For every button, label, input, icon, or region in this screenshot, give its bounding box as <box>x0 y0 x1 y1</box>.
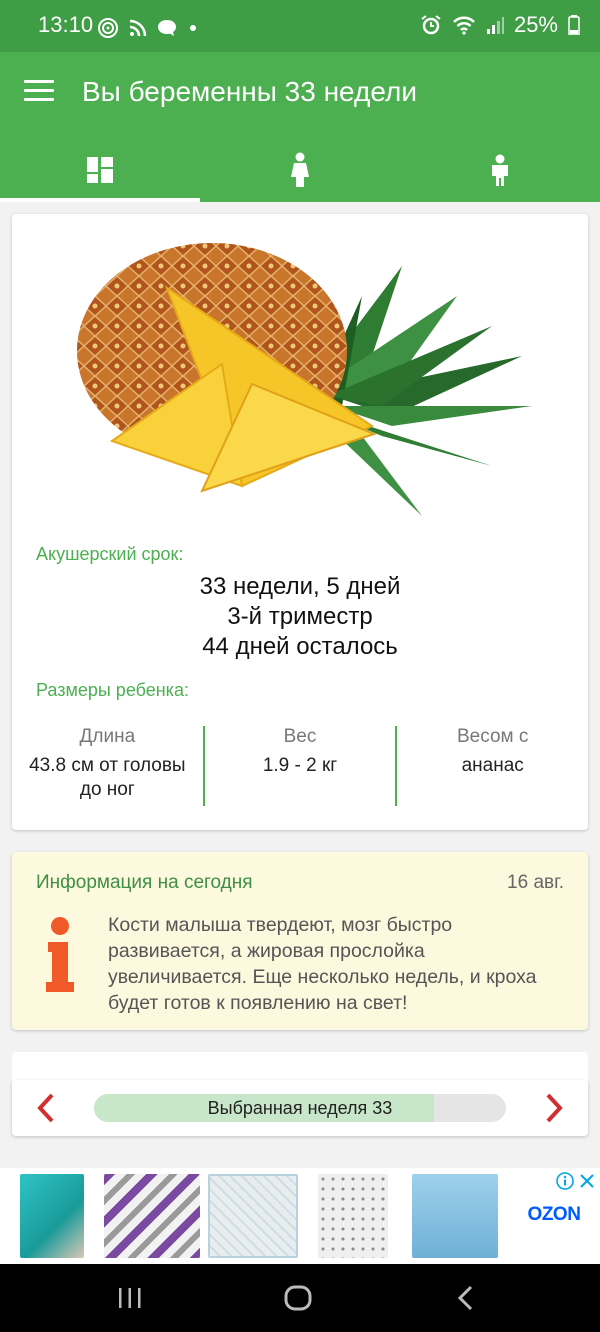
compare-value: ананас <box>461 755 524 776</box>
ad-info-icon[interactable] <box>556 1172 574 1190</box>
days-left: 44 дней осталось <box>202 633 398 660</box>
mother-icon <box>291 152 309 187</box>
compare-column: Весом с ананас <box>397 726 588 806</box>
compare-header: Весом с <box>456 726 529 747</box>
pineapple-image <box>77 243 532 516</box>
home-icon[interactable] <box>282 1282 314 1314</box>
recents-icon[interactable] <box>116 1284 144 1312</box>
info-icon <box>46 917 74 992</box>
tab-baby[interactable] <box>400 138 600 202</box>
ad-product-blanket-teal[interactable] <box>20 1174 84 1258</box>
week-navigation: Выбранная неделя 33 <box>12 1080 588 1136</box>
info-card: Информация на сегодня 16 авг. Кости малы… <box>12 852 588 1030</box>
weight-column: Вес 1.9 - 2 кг <box>202 726 398 806</box>
nfc-icon <box>98 18 118 38</box>
tab-dashboard[interactable] <box>0 138 200 202</box>
prev-week-icon[interactable] <box>34 1092 58 1124</box>
back-icon[interactable] <box>454 1284 478 1312</box>
signal-icon <box>486 17 504 34</box>
chat-icon <box>158 20 176 36</box>
summary-card: Акушерский срок: 33 недели, 5 дней 3-й т… <box>12 214 588 830</box>
rss-icon <box>129 19 147 37</box>
info-text: Кости малыша твердеют, мозг быстро разви… <box>108 914 537 1014</box>
info-date: 16 авг. <box>507 872 564 893</box>
sizes-label: Размеры ребенка: <box>36 680 189 700</box>
battery-percent: 25% <box>513 12 558 37</box>
wifi-icon <box>453 16 475 35</box>
menu-icon[interactable] <box>24 80 54 104</box>
weight-value: 1.9 - 2 кг <box>262 755 338 776</box>
weight-header: Вес <box>283 726 317 747</box>
ad-product-blanket-chevron[interactable] <box>104 1174 200 1258</box>
trimester: 3-й триместр <box>227 603 373 630</box>
week-progress[interactable]: Выбранная неделя 33 <box>94 1094 506 1122</box>
tab-bar <box>0 138 600 202</box>
alarm-icon <box>421 15 441 35</box>
status-time: 13:10 <box>38 12 94 37</box>
term-label: Акушерский срок: <box>36 544 184 564</box>
page-title: Вы беременны 33 недели <box>82 76 417 107</box>
dashboard-icon <box>87 157 113 183</box>
status-left-icons <box>96 16 200 40</box>
next-week-icon[interactable] <box>542 1092 566 1124</box>
status-bar: 13:10 25% <box>0 0 600 52</box>
system-nav-bar <box>0 1264 600 1332</box>
ad-product-quilt[interactable] <box>208 1174 298 1258</box>
length-value: 43.8 см от головы до ног <box>29 755 186 800</box>
selected-week-label: Выбранная неделя 33 <box>207 1098 393 1118</box>
dot-icon <box>190 25 196 31</box>
baby-dimensions: Длина 43.8 см от головы до ног Вес 1.9 -… <box>12 726 588 806</box>
length-column: Длина 43.8 см от головы до ног <box>12 726 203 806</box>
ad-banner[interactable]: OZON <box>0 1168 600 1264</box>
tab-mother[interactable] <box>200 138 400 202</box>
ad-close-icon[interactable] <box>578 1172 596 1190</box>
app-bar: Вы беременны 33 недели <box>0 52 600 138</box>
length-header: Длина <box>79 726 136 747</box>
battery-icon <box>568 15 580 35</box>
ad-brand-logo[interactable]: OZON <box>516 1204 592 1226</box>
status-right-icons: 25% <box>420 12 580 38</box>
weeks-days: 33 недели, 5 дней <box>199 573 401 600</box>
ad-product-kids-bedding[interactable] <box>412 1174 498 1258</box>
ad-product-bedding[interactable] <box>318 1174 388 1258</box>
info-title: Информация на сегодня <box>36 872 253 893</box>
baby-icon <box>492 154 508 186</box>
